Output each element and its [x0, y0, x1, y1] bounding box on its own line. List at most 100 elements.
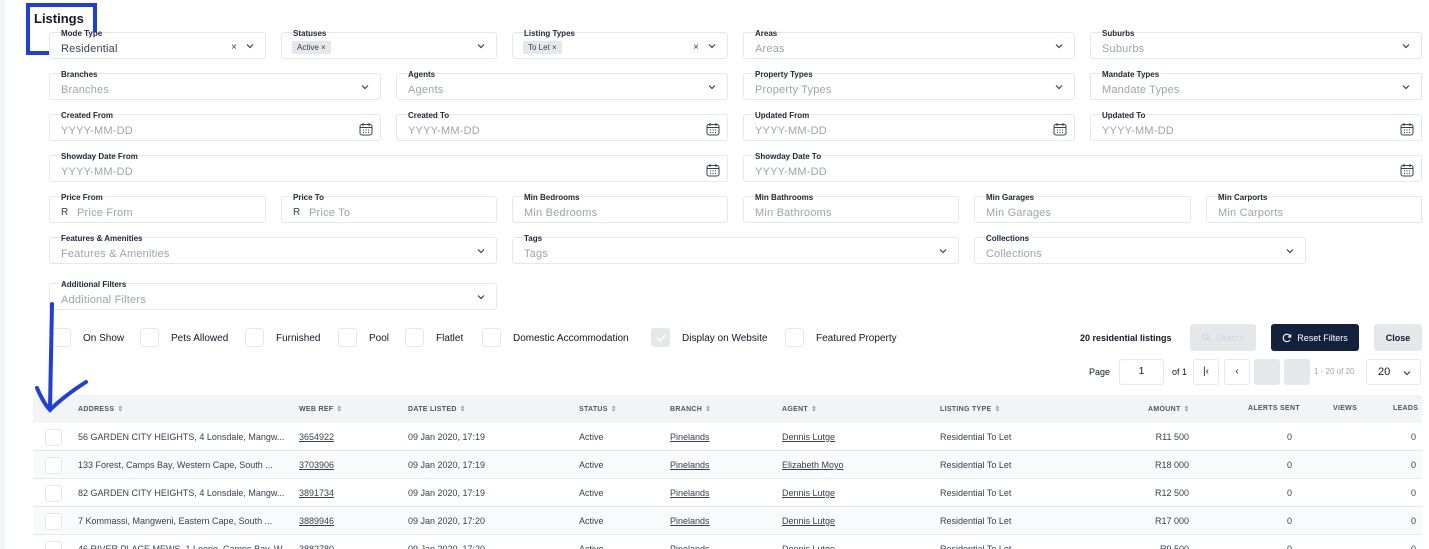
min-carports-field[interactable]: Min Carports Min Carports — [1206, 193, 1422, 223]
statuses-label: Statuses — [293, 29, 327, 38]
calendar-icon[interactable] — [1053, 122, 1067, 136]
agents-select[interactable]: Agents Agents — [396, 70, 728, 100]
features-select[interactable]: Features & Amenities Features & Amenitie… — [49, 234, 497, 264]
close-button[interactable]: Close — [1374, 324, 1422, 351]
status-chip-active[interactable]: Active × — [292, 41, 331, 54]
created-to-field[interactable]: Created To YYYY-MM-DD — [396, 111, 728, 141]
min-bedrooms-field[interactable]: Min Bedrooms Min Bedrooms — [512, 193, 728, 223]
created-from-field[interactable]: Created From YYYY-MM-DD — [49, 111, 381, 141]
cell-agent[interactable]: Dennis Lutge — [782, 432, 835, 442]
cell-amount: R11 500 — [1155, 432, 1189, 442]
column-header-agent[interactable]: AGENT ⇕ — [782, 405, 817, 413]
display-on-website-checkbox[interactable] — [651, 328, 670, 347]
cell-web-ref[interactable]: 3882780 — [299, 544, 334, 549]
search-button[interactable]: Search — [1190, 324, 1256, 351]
cell-branch[interactable]: Pinelands — [670, 432, 710, 442]
mandate-types-placeholder: Mandate Types — [1102, 84, 1180, 96]
column-header-web-ref[interactable]: WEB REF ⇕ — [299, 405, 343, 413]
cell-branch[interactable]: Pinelands — [670, 488, 710, 498]
column-header-amount[interactable]: AMOUNT ⇕ — [1148, 405, 1190, 413]
mode-type-value: Residential — [61, 43, 118, 55]
suburbs-select[interactable]: Suburbs Suburbs — [1090, 29, 1422, 59]
calendar-icon[interactable] — [706, 122, 720, 136]
updated-from-field[interactable]: Updated From YYYY-MM-DD — [743, 111, 1075, 141]
cell-agent[interactable]: Dennis Lutge — [782, 544, 835, 549]
cell-branch[interactable]: Pinelands — [670, 516, 710, 526]
min-bathrooms-field[interactable]: Min Bathrooms Min Bathrooms — [743, 193, 959, 223]
cell-listing-type: Residential To Let — [940, 432, 1012, 442]
branches-select[interactable]: Branches Branches — [49, 70, 381, 100]
table-row[interactable]: 7 Kommassi, Mangweni, Eastern Cape, Sout… — [33, 507, 1422, 535]
mode-type-select[interactable]: Mode Type Residential × — [49, 29, 266, 59]
cell-date-listed: 09 Jan 2020, 17:19 — [408, 432, 486, 442]
collections-select[interactable]: Collections Collections — [974, 234, 1306, 264]
column-header-alerts-sent: ALERTS SENT — [1248, 405, 1300, 412]
chevron-down-icon — [361, 85, 369, 90]
table-row[interactable]: 133 Forest, Camps Bay, Western Cape, Sou… — [33, 451, 1422, 479]
calendar-icon[interactable] — [1400, 163, 1414, 177]
domestic-accommodation-checkbox[interactable] — [482, 328, 501, 347]
last-page-button[interactable] — [1284, 359, 1310, 385]
listing-types-select[interactable]: Listing Types To Let × × — [512, 29, 728, 59]
row-select-checkbox[interactable] — [45, 457, 62, 474]
search-button-label: Search — [1215, 332, 1245, 343]
price-from-field[interactable]: Price From R Price From — [49, 193, 266, 223]
additional-filters-select[interactable]: Additional Filters Additional Filters — [49, 280, 497, 310]
tags-select[interactable]: Tags Tags — [512, 234, 959, 264]
flatlet-checkbox[interactable] — [405, 328, 424, 347]
row-select-checkbox[interactable] — [45, 485, 62, 502]
statuses-select[interactable]: Statuses Active × — [281, 29, 497, 59]
mandate-types-select[interactable]: Mandate Types Mandate Types — [1090, 70, 1422, 100]
min-garages-field[interactable]: Min Garages Min Garages — [974, 193, 1191, 223]
cell-branch[interactable]: Pinelands — [670, 544, 710, 549]
agents-label: Agents — [408, 70, 436, 79]
showday-from-label: Showday Date From — [61, 152, 138, 161]
cell-agent[interactable]: Elizabeth Moyo — [782, 460, 844, 470]
featured-property-checkbox[interactable] — [785, 328, 804, 347]
calendar-icon[interactable] — [359, 122, 373, 136]
table-row[interactable]: 46 RIVER PLACE MEWS, 1 Loerie, Camps Bay… — [33, 535, 1422, 549]
row-select-checkbox[interactable] — [45, 513, 62, 530]
column-header-date-listed[interactable]: DATE LISTED ⇕ — [408, 405, 466, 413]
table-row[interactable]: 82 GARDEN CITY HEIGHTS, 4 Lonsdale, Mang… — [33, 479, 1422, 507]
areas-placeholder: Areas — [755, 43, 785, 55]
column-header-status[interactable]: STATUS ⇕ — [579, 405, 617, 413]
row-select-checkbox[interactable] — [45, 541, 62, 549]
clear-icon[interactable]: × — [693, 42, 699, 53]
pets-allowed-checkbox[interactable] — [140, 328, 159, 347]
cell-web-ref[interactable]: 3703906 — [299, 460, 334, 470]
first-page-button[interactable]: |‹ — [1193, 359, 1219, 385]
page-number-input[interactable]: 1 — [1119, 359, 1164, 385]
property-types-select[interactable]: Property Types Property Types — [743, 70, 1075, 100]
cell-web-ref[interactable]: 3891734 — [299, 488, 334, 498]
calendar-icon[interactable] — [706, 163, 720, 177]
reset-filters-button[interactable]: Reset Filters — [1271, 324, 1359, 351]
row-select-checkbox[interactable] — [45, 429, 62, 446]
showday-to-field[interactable]: Showday Date To YYYY-MM-DD — [743, 152, 1422, 182]
areas-select[interactable]: Areas Areas — [743, 29, 1075, 59]
cell-web-ref[interactable]: 3654922 — [299, 432, 334, 442]
updated-to-field[interactable]: Updated To YYYY-MM-DD — [1090, 111, 1422, 141]
showday-from-field[interactable]: Showday Date From YYYY-MM-DD — [49, 152, 728, 182]
branches-placeholder: Branches — [61, 84, 110, 96]
listing-type-chip[interactable]: To Let × — [523, 41, 562, 54]
furnished-checkbox[interactable] — [245, 328, 264, 347]
cell-leads: 0 — [1410, 460, 1416, 470]
prev-page-button[interactable]: ‹ — [1224, 359, 1250, 385]
column-header-branch[interactable]: BRANCH ⇕ — [670, 405, 711, 413]
clear-icon[interactable]: × — [231, 42, 237, 53]
cell-agent[interactable]: Dennis Lutge — [782, 516, 835, 526]
branches-label: Branches — [61, 70, 98, 79]
search-icon — [1202, 333, 1211, 342]
table-row[interactable]: 56 GARDEN CITY HEIGHTS, 4 Lonsdale, Mang… — [33, 423, 1422, 451]
column-header-listing-type[interactable]: LISTING TYPE ⇕ — [940, 405, 1001, 413]
price-to-field[interactable]: Price To R Price To — [281, 193, 497, 223]
page-size-select[interactable]: 20 — [1366, 359, 1421, 385]
cell-branch[interactable]: Pinelands — [670, 460, 710, 470]
cell-web-ref[interactable]: 3889946 — [299, 516, 334, 526]
next-page-button[interactable] — [1254, 359, 1280, 385]
pool-checkbox[interactable] — [338, 328, 357, 347]
flatlet-label: Flatlet — [436, 333, 464, 344]
calendar-icon[interactable] — [1400, 122, 1414, 136]
cell-agent[interactable]: Dennis Lutge — [782, 488, 835, 498]
